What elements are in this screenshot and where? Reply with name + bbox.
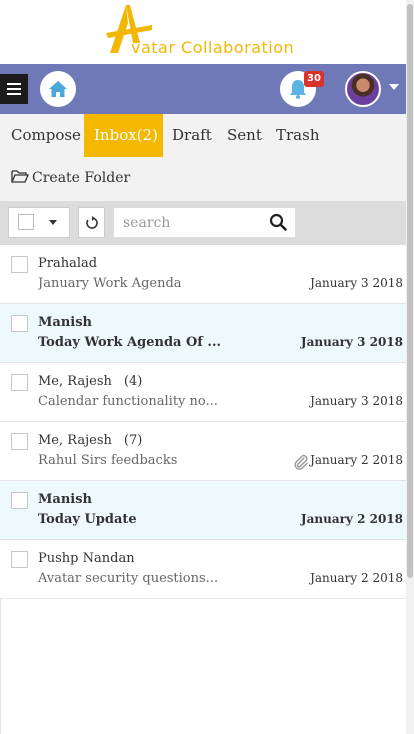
message-checkbox[interactable] — [11, 551, 28, 568]
message-subject: Today Work Agenda Of ... — [38, 335, 221, 350]
chevron-down-icon[interactable] — [389, 84, 399, 90]
message-checkbox[interactable] — [11, 315, 28, 332]
scrollbar-thumb[interactable] — [407, 4, 413, 578]
tab-inbox[interactable]: Inbox(2) — [84, 114, 163, 157]
tab-compose[interactable]: Compose — [11, 114, 81, 157]
create-folder-link[interactable]: Create Folder — [0, 157, 414, 201]
message-sender: Me, Rajesh (7) — [38, 433, 143, 448]
hamburger-icon[interactable] — [0, 74, 28, 104]
logo-header: vatar Collaboration — [0, 0, 414, 64]
message-row[interactable]: Me, Rajesh (7) Rahul Sirs feedbacks Janua… — [0, 422, 406, 481]
folder-open-icon — [11, 170, 29, 183]
message-checkbox[interactable] — [11, 433, 28, 450]
message-row[interactable]: Me, Rajesh (4) Calendar functionality no.… — [0, 363, 406, 422]
message-subject: Calendar functionality no... — [38, 394, 218, 409]
message-sender: Pushp Nandan — [38, 551, 135, 566]
message-list: Prahalad January Work Agenda January 3 2… — [0, 245, 406, 599]
message-subject: Avatar security questions... — [38, 571, 219, 586]
message-subject: Today Update — [38, 512, 137, 527]
message-date: January 2 2018 — [310, 453, 403, 467]
paperclip-icon — [294, 454, 308, 470]
select-all-checkbox[interactable] — [18, 214, 34, 230]
message-checkbox[interactable] — [11, 374, 28, 391]
message-row[interactable]: Manish Today Update January 2 2018 — [0, 481, 406, 540]
brand-name: vatar Collaboration — [131, 38, 295, 57]
message-row[interactable]: Prahalad January Work Agenda January 3 2… — [0, 245, 406, 304]
refresh-icon — [85, 215, 98, 229]
message-date: January 3 2018 — [310, 394, 403, 408]
scrollbar[interactable] — [406, 0, 414, 734]
message-sender: Manish — [38, 492, 92, 507]
caret-down-icon[interactable] — [49, 220, 57, 225]
create-folder-label: Create Folder — [32, 170, 131, 186]
message-subject: Rahul Sirs feedbacks — [38, 453, 178, 468]
home-icon — [49, 81, 67, 97]
message-checkbox[interactable] — [11, 256, 28, 273]
search-box — [113, 207, 296, 238]
message-sender: Manish — [38, 315, 92, 330]
message-date: January 3 2018 — [300, 335, 403, 349]
message-sender: Prahalad — [38, 256, 98, 271]
message-row[interactable]: Manish Today Work Agenda Of ... January … — [0, 304, 406, 363]
notification-count-badge: 30 — [304, 71, 324, 87]
message-date: January 2 2018 — [300, 512, 403, 526]
tab-trash[interactable]: Trash — [276, 114, 319, 157]
search-icon[interactable] — [269, 213, 287, 231]
message-date: January 2 2018 — [310, 571, 403, 585]
tab-draft[interactable]: Draft — [172, 114, 212, 157]
message-subject: January Work Agenda — [38, 276, 182, 291]
refresh-button[interactable] — [78, 207, 105, 238]
avatar[interactable] — [345, 71, 381, 107]
search-input[interactable] — [114, 208, 264, 237]
select-all-dropdown[interactable] — [8, 207, 70, 238]
top-navbar: 30 — [0, 64, 414, 114]
mail-folder-tabs: Compose Inbox(2) Draft Sent Trash — [0, 114, 414, 157]
tab-sent[interactable]: Sent — [227, 114, 262, 157]
message-sender: Me, Rajesh (4) — [38, 374, 143, 389]
list-border — [0, 598, 1, 734]
mail-toolbar — [0, 201, 414, 245]
message-checkbox[interactable] — [11, 492, 28, 509]
message-row[interactable]: Pushp Nandan Avatar security questions..… — [0, 540, 406, 599]
home-button[interactable] — [40, 71, 76, 107]
message-date: January 3 2018 — [310, 276, 403, 290]
